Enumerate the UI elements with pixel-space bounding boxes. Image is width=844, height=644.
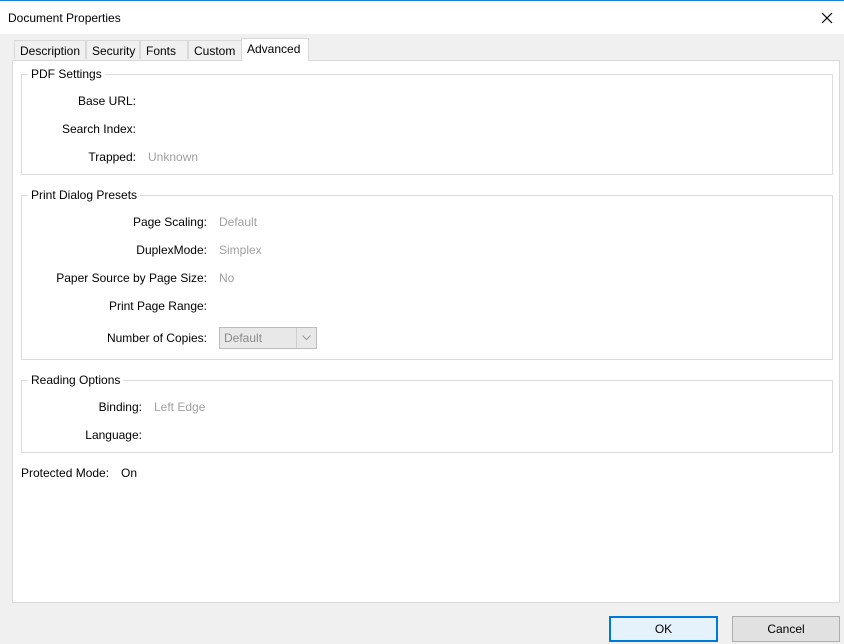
print-presets-title: Print Dialog Presets <box>28 188 141 202</box>
print-presets-group: Print Dialog Presets Page Scaling: Defau… <box>21 188 833 360</box>
page-scaling-label: Page Scaling: <box>132 215 207 229</box>
pdf-settings-group: PDF Settings Base URL: Search Index: Tra… <box>21 67 833 175</box>
language-label: Language: <box>85 428 142 442</box>
tab-label: Fonts <box>146 44 177 58</box>
tab-security[interactable]: Security <box>86 40 140 59</box>
tab-label: Description <box>20 44 81 58</box>
copies-select[interactable]: Default <box>219 327 317 349</box>
binding-value: Left Edge <box>154 400 206 414</box>
protected-mode-label: Protected Mode: <box>21 466 110 480</box>
reading-options-title: Reading Options <box>28 373 124 387</box>
cancel-button-label: Cancel <box>767 622 805 636</box>
tab-fonts[interactable]: Fonts <box>140 40 188 59</box>
cancel-button[interactable]: Cancel <box>732 616 840 642</box>
copies-select-value: Default <box>224 331 263 345</box>
advanced-panel: PDF Settings Base URL: Search Index: Tra… <box>12 60 840 603</box>
tab-custom[interactable]: Custom <box>188 40 242 59</box>
trapped-value: Unknown <box>148 150 199 164</box>
protected-mode-value: On <box>121 466 138 480</box>
tab-advanced[interactable]: Advanced <box>241 38 309 61</box>
close-button[interactable] <box>810 1 844 34</box>
tab-label: Advanced <box>247 42 301 56</box>
paper-source-value: No <box>219 271 235 285</box>
trapped-label: Trapped: <box>88 150 136 164</box>
reading-options-group: Reading Options Binding: Left Edge Langu… <box>21 373 833 453</box>
duplex-mode-value: Simplex <box>219 243 262 257</box>
print-page-range-label: Print Page Range: <box>108 299 207 313</box>
pdf-settings-title: PDF Settings <box>28 67 105 81</box>
copies-label: Number of Copies: <box>106 331 207 345</box>
tab-description[interactable]: Description <box>14 40 86 59</box>
binding-label: Binding: <box>98 400 142 414</box>
ok-button[interactable]: OK <box>609 616 718 642</box>
tab-label: Security <box>92 44 136 58</box>
duplex-mode-label: DuplexMode: <box>136 243 207 257</box>
window-title: Document Properties <box>8 11 121 25</box>
search-index-label: Search Index: <box>61 122 136 136</box>
ok-button-label: OK <box>654 622 673 636</box>
base-url-label: Base URL: <box>77 94 136 108</box>
title-bar: Document Properties <box>0 0 844 34</box>
paper-source-label: Paper Source by Page Size: <box>56 271 207 285</box>
chevron-down-icon <box>296 328 316 348</box>
tab-label: Custom <box>194 44 236 58</box>
page-scaling-value: Default <box>219 215 258 229</box>
close-icon <box>821 12 833 23</box>
